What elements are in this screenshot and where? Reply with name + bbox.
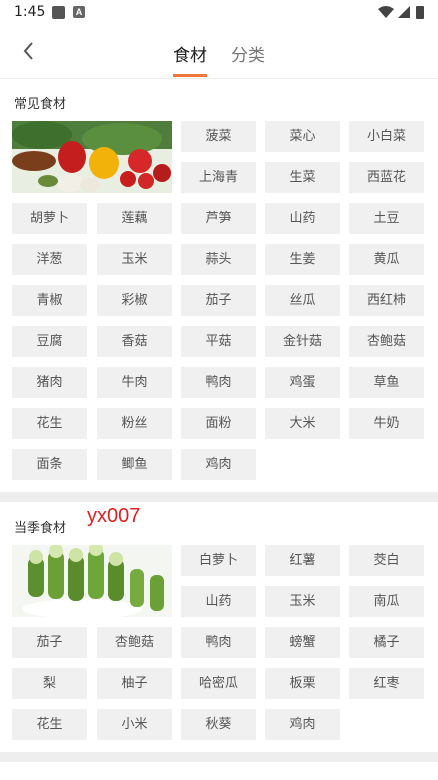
ingredient-chip[interactable]: 菠菜 [181, 121, 256, 152]
ingredient-chip[interactable]: 粉丝 [97, 408, 172, 439]
ingredient-chip[interactable]: 鸭肉 [181, 367, 256, 398]
ingredient-chip[interactable]: 生姜 [265, 244, 340, 275]
ingredient-chip[interactable]: 哈密瓜 [181, 668, 256, 699]
ingredient-chip[interactable]: 香菇 [97, 326, 172, 357]
ingredient-chip[interactable]: 胡萝卜 [12, 203, 87, 234]
ingredient-chip[interactable]: 菜心 [265, 121, 340, 152]
ingredient-chip[interactable]: 鸡肉 [265, 709, 340, 740]
ingredient-chip[interactable]: 上海青 [181, 162, 256, 193]
ingredient-chip[interactable]: 板栗 [265, 668, 340, 699]
ingredient-chip[interactable]: 玉米 [265, 586, 340, 617]
ingredient-chip[interactable]: 彩椒 [97, 285, 172, 316]
ingredient-chip[interactable]: 玉米 [97, 244, 172, 275]
ingredient-chip[interactable]: 螃蟹 [265, 627, 340, 658]
ingredient-chip[interactable]: 黄瓜 [349, 244, 424, 275]
tab-category[interactable]: 分类 [231, 41, 265, 66]
ingredient-chip[interactable]: 花生 [12, 408, 87, 439]
battery-icon [416, 6, 424, 19]
status-time: 1:45 [14, 4, 46, 20]
ingredient-chip[interactable]: 丝瓜 [265, 285, 340, 316]
ingredient-chip[interactable]: 面条 [12, 449, 87, 480]
ingredient-chip[interactable]: 青椒 [12, 285, 87, 316]
ingredient-chip[interactable]: 大米 [265, 408, 340, 439]
ingredient-chip[interactable]: 金针菇 [265, 326, 340, 357]
ingredient-chip[interactable]: 蒜头 [181, 244, 256, 275]
ingredient-chip[interactable]: 洋葱 [12, 244, 87, 275]
ingredient-chip[interactable]: 鲫鱼 [97, 449, 172, 480]
wifi-icon [378, 6, 394, 18]
ingredient-chip[interactable]: 山药 [265, 203, 340, 234]
ingredient-chip[interactable]: 柚子 [97, 668, 172, 699]
back-button[interactable] [14, 36, 44, 66]
ingredient-chip[interactable]: 土豆 [349, 203, 424, 234]
ingredient-chip[interactable]: 秋葵 [181, 709, 256, 740]
vegetables-photo [12, 121, 172, 193]
watermark-text: yx007 [87, 505, 141, 527]
ingredient-chip[interactable]: 猪肉 [12, 367, 87, 398]
ingredient-chip[interactable]: 杏鲍菇 [349, 326, 424, 357]
notification-a-icon: A [73, 6, 85, 18]
ingredient-chip[interactable]: 梨 [12, 668, 87, 699]
active-tab-indicator [173, 74, 207, 77]
ingredient-chip[interactable]: 红薯 [265, 545, 340, 576]
status-icons [378, 5, 428, 19]
ingredient-chip[interactable]: 鸡蛋 [265, 367, 340, 398]
ingredient-chip[interactable]: 面粉 [181, 408, 256, 439]
ingredient-chip[interactable]: 鸡肉 [181, 449, 256, 480]
ingredient-chip[interactable]: 橘子 [349, 627, 424, 658]
ingredient-chip[interactable]: 茄子 [181, 285, 256, 316]
ingredient-chip[interactable]: 莲藕 [97, 203, 172, 234]
ingredient-chip[interactable]: 茭白 [349, 545, 424, 576]
ingredient-chip[interactable]: 茄子 [12, 627, 87, 658]
ingredient-chip[interactable]: 白萝卜 [181, 545, 256, 576]
ingredient-chip[interactable]: 小米 [97, 709, 172, 740]
status-bar: 1:45 A [0, 0, 438, 26]
ingredient-chip[interactable]: 豆腐 [12, 326, 87, 357]
ingredient-chip[interactable]: 鸭肉 [181, 627, 256, 658]
section-divider [0, 492, 438, 502]
ingredient-chip[interactable]: 芦笋 [181, 203, 256, 234]
ingredient-chip[interactable]: 西红柿 [349, 285, 424, 316]
chevron-left-icon [23, 42, 33, 60]
ingredient-chip[interactable]: 生菜 [265, 162, 340, 193]
ingredient-chip[interactable]: 杏鲍菇 [97, 627, 172, 658]
top-nav: 食材 分类 [0, 26, 438, 79]
ingredient-chip[interactable]: 牛奶 [349, 408, 424, 439]
ingredient-chip[interactable]: 草鱼 [349, 367, 424, 398]
ingredient-chip[interactable]: 花生 [12, 709, 87, 740]
ingredient-chip[interactable]: 平菇 [181, 326, 256, 357]
ingredient-chip[interactable]: 西蓝花 [349, 162, 424, 193]
ingredient-chip[interactable]: 牛肉 [97, 367, 172, 398]
section-title-seasonal: 当季食材 [14, 521, 67, 536]
ingredient-chip[interactable]: 南瓜 [349, 586, 424, 617]
ingredient-chip[interactable]: 红枣 [349, 668, 424, 699]
okra-photo [12, 545, 172, 617]
ingredient-chip[interactable]: 小白菜 [349, 121, 424, 152]
signal-icon [398, 6, 410, 18]
ingredient-chip[interactable]: 山药 [181, 586, 256, 617]
tab-ingredients[interactable]: 食材 [173, 41, 207, 66]
notification-square-icon [52, 6, 65, 19]
section-title-common: 常见食材 [14, 97, 67, 112]
section-divider [0, 752, 438, 762]
